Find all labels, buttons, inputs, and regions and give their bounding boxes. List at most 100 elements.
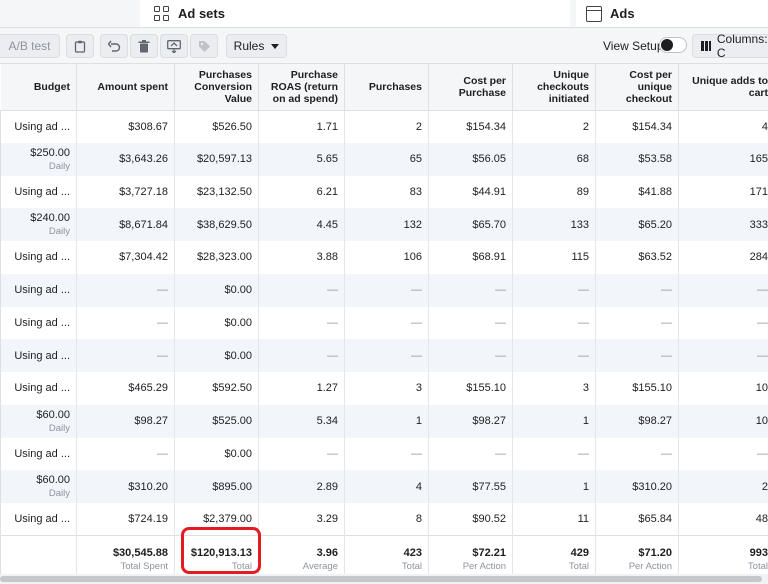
column-header-purchases[interactable]: Purchases [344,64,429,111]
column-header-cost-per-purchase[interactable]: Cost per Purchase [428,64,513,111]
cost-per-purchase-cell: — [428,273,513,307]
cost-per-purchase-cell: — [428,339,513,372]
tab-ads[interactable]: Ads [576,0,768,27]
ab-test-button[interactable]: A/B test [0,34,60,58]
column-header-purchases-conversion-value[interactable]: Purchases Conversion Value [174,64,259,111]
amount-spent-cell: — [76,437,175,471]
unique-checkouts-cell: 11 [512,503,596,536]
amount-spent-cell: $308.67 [76,110,175,143]
unique-adds-to-cart-cell: 4 [678,110,768,143]
conversion-value-cell: $23,132.50 [174,175,259,209]
trash-icon [138,39,150,52]
cost-per-checkout-cell: — [595,339,679,372]
cost-per-checkout-cell: $41.88 [595,175,679,209]
unique-checkouts-cell: — [512,273,596,307]
table-row[interactable]: $60.00 Daily $310.20 $895.00 2.89 4 $77.55 1 $31… [0,470,768,503]
purchases-cell: 4 [344,470,429,503]
columns-dropdown[interactable]: Columns: C [692,32,768,60]
conversion-value-cell: $38,629.50 [174,208,259,241]
purchases-cell: 106 [344,241,429,274]
cost-per-checkout-cell: — [595,273,679,307]
undo-button[interactable] [100,34,128,58]
unique-checkouts-cell: 2 [512,110,596,143]
roas-cell: 3.88 [258,241,345,274]
conversion-value-cell: $525.00 [174,404,259,438]
column-header-unique-adds-to-cart[interactable]: Unique adds to cart [678,64,768,111]
purchases-cell: — [344,306,429,340]
table-row[interactable]: Using ad ... $7,304.42 $28,323.00 3.88 106 $6… [0,241,768,274]
view-setup-toggle[interactable] [659,37,687,53]
conversion-value-cell: $0.00 [174,339,259,372]
amount-spent-cell: — [76,273,175,307]
amount-spent-cell: $724.19 [76,503,175,536]
cost-per-checkout-cell: $65.84 [595,503,679,536]
amount-spent-cell: $3,643.26 [76,142,175,176]
total-unique-checkouts: 429 Total [512,535,596,574]
amount-spent-cell: $310.20 [76,470,175,503]
delete-button[interactable] [130,34,158,58]
cost-per-purchase-cell: $68.91 [428,241,513,274]
roas-cell: 3.29 [258,503,345,536]
table-row[interactable]: $250.00 Daily $3,643.26 $20,597.13 5.65 65 $56… [0,142,768,176]
conversion-value-cell: $592.50 [174,372,259,405]
amount-spent-cell: $98.27 [76,404,175,438]
columns-label: Columns: C [716,32,768,60]
conversion-value-cell: $0.00 [174,273,259,307]
horizontal-scrollbar[interactable] [0,574,768,584]
cost-per-purchase-cell: $90.52 [428,503,513,536]
column-header-amount-spent[interactable]: Amount spent [76,64,175,111]
column-header-unique-checkouts[interactable]: Unique checkouts initiated [512,64,596,111]
total-cost-per-purchase: $72.21 Per Action [428,535,513,574]
clipboard-icon [74,40,86,53]
preview-button[interactable] [160,34,188,58]
table-row[interactable]: $240.00 Daily $8,671.84 $38,629.50 4.45 132 $6… [0,208,768,241]
budget-cell: Using ad ... [0,372,77,405]
table-row[interactable]: Using ad ... — $0.00— — — — — — [0,437,768,471]
table-row[interactable]: Using ad ... — $0.00— — — — — — [0,306,768,340]
tag-button[interactable] [190,34,218,58]
ab-test-label: A/B test [8,39,51,53]
roas-cell: 1.27 [258,372,345,405]
purchases-cell: — [344,273,429,307]
amount-spent-cell: $3,727.18 [76,175,175,209]
conversion-value-cell: $20,597.13 [174,142,259,176]
column-header-cost-per-checkout[interactable]: Cost per unique checkout [595,64,679,111]
level-tab-strip: Ad sets Ads [0,0,768,28]
unique-adds-to-cart-cell: 284 [678,241,768,274]
scrollbar-thumb[interactable] [0,576,762,582]
cost-per-checkout-cell: $310.20 [595,470,679,503]
total-unique-adds-to-cart: 993 Total [678,535,768,574]
duplicate-button[interactable] [66,34,94,58]
unique-adds-to-cart-cell: — [678,273,768,307]
roas-cell: — [258,273,345,307]
table-row[interactable]: $60.00 Daily $98.27 $525.00 5.34 1 $98.27 1 $98.… [0,404,768,438]
table-row[interactable]: Using ad ... $465.29 $592.50 1.27 3 $155.10 3 $… [0,372,768,405]
table-row[interactable]: Using ad ... $3,727.18 $23,132.50 6.21 83 $44… [0,175,768,209]
cost-per-purchase-cell: $77.55 [428,470,513,503]
undo-icon [107,40,120,52]
chevron-down-icon [271,43,280,49]
column-header-budget[interactable]: Budget [0,64,77,111]
unique-adds-to-cart-cell: — [678,339,768,372]
grid-icon [154,5,170,22]
purchases-cell: 3 [344,372,429,405]
rules-label: Rules [233,39,265,53]
table-row[interactable]: Using ad ... $724.19 $2,379.00 3.29 8 $90.52 1… [0,503,768,536]
columns-icon [701,41,711,51]
unique-checkouts-cell: — [512,339,596,372]
unique-adds-to-cart-cell: 171 [678,175,768,209]
cost-per-purchase-cell: $65.70 [428,208,513,241]
table-row[interactable]: Using ad ... — $0.00— — — — — — [0,339,768,372]
column-header-purchase-roas[interactable]: Purchase ROAS (return on ad spend) [258,64,345,111]
unique-checkouts-cell: 68 [512,142,596,176]
tab-ad-sets[interactable]: Ad sets [140,0,570,27]
conversion-value-cell: $526.50 [174,110,259,143]
table-row[interactable]: Using ad ... $308.67 $526.50 1.71 2 $154.34 2 $… [0,110,768,143]
rules-dropdown[interactable]: Rules [226,34,287,58]
unique-adds-to-cart-cell: 10 [678,372,768,405]
cost-per-purchase-cell: $56.05 [428,142,513,176]
unique-adds-to-cart-cell: 10 [678,404,768,438]
table-row[interactable]: Using ad ... — $0.00— — — — — — [0,273,768,307]
unique-adds-to-cart-cell: — [678,306,768,340]
purchases-cell: 83 [344,175,429,209]
